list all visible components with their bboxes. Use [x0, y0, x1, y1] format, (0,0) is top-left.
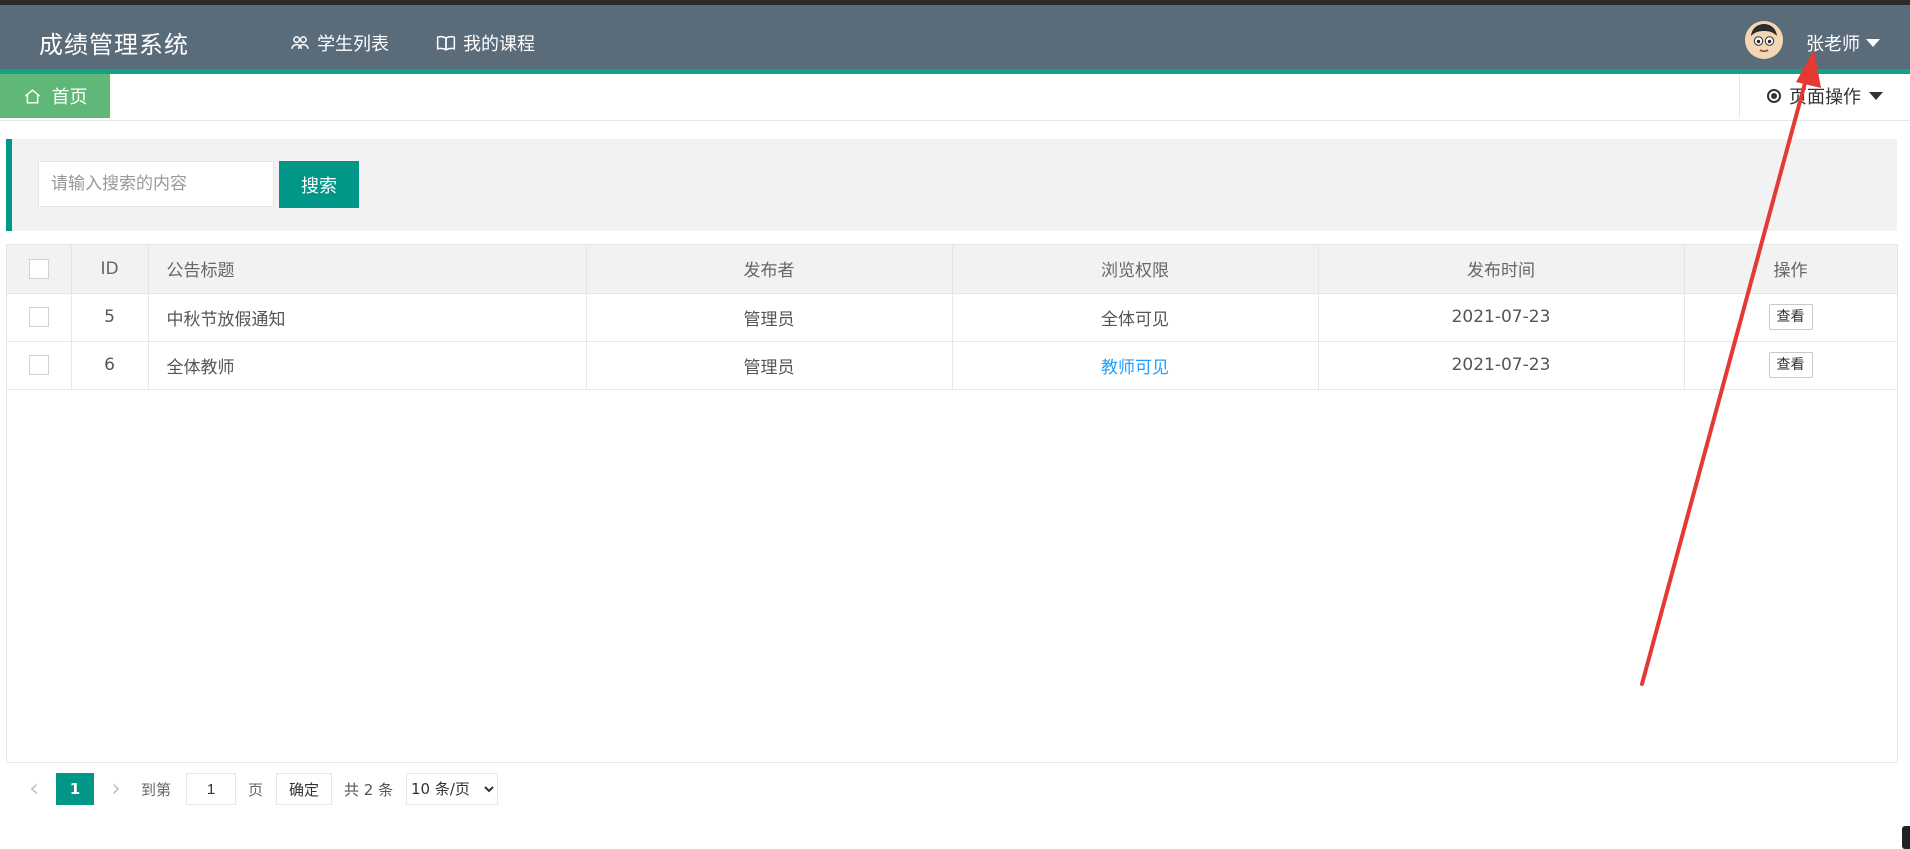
column-header-title[interactable]: 公告标题	[148, 245, 587, 294]
column-header-publisher[interactable]: 发布者	[586, 245, 953, 294]
tab-home[interactable]: 首页	[0, 74, 110, 118]
select-all-checkbox[interactable]	[28, 258, 49, 279]
cell-id: 6	[71, 341, 149, 390]
search-panel: 搜索	[6, 139, 1897, 231]
row-checkbox[interactable]	[28, 355, 49, 375]
cell-title: 中秋节放假通知	[148, 293, 587, 342]
prev-page-icon[interactable]: ‹	[24, 775, 44, 801]
search-input[interactable]	[38, 161, 274, 207]
nav-courses-label: 我的课程	[463, 34, 535, 55]
view-button[interactable]: 查看	[1768, 352, 1813, 378]
total-count: 共 2 条	[344, 781, 394, 799]
cell-id: 5	[71, 293, 149, 342]
page-label: 页	[248, 781, 264, 799]
cell-title: 全体教师	[148, 341, 587, 390]
notice-table: ID 公告标题 发布者 浏览权限 发布时间 操作 5 中秋节放假通知 管理员 全…	[7, 245, 1898, 390]
confirm-button[interactable]: 确定	[276, 773, 332, 805]
user-name: 张老师	[1806, 34, 1860, 55]
caret-down-icon	[1866, 39, 1880, 47]
goto-label: 到第	[141, 781, 172, 799]
app-title: 成绩管理系统	[39, 31, 189, 59]
nav-courses[interactable]: 我的课程	[436, 30, 535, 56]
avatar[interactable]	[1745, 21, 1783, 59]
avatar-image	[1745, 21, 1783, 59]
cell-time: 2021-07-23	[1318, 341, 1685, 390]
cell-permission: 全体可见	[952, 293, 1319, 342]
radio-dot-icon	[1767, 89, 1781, 103]
tab-home-label: 首页	[51, 87, 88, 108]
cell-action: 查看	[1684, 341, 1898, 390]
users-icon	[291, 36, 309, 49]
nav-students[interactable]: 学生列表	[290, 30, 389, 56]
select-all-cell	[7, 245, 72, 294]
table-header-row: ID 公告标题 发布者 浏览权限 发布时间 操作	[7, 245, 1898, 294]
nav-students-label: 学生列表	[317, 34, 389, 55]
notice-table-container: ID 公告标题 发布者 浏览权限 发布时间 操作 5 中秋节放假通知 管理员 全…	[6, 244, 1898, 814]
scrollbar-thumb[interactable]	[1902, 826, 1910, 849]
row-select-cell	[7, 293, 72, 342]
search-button[interactable]: 搜索	[279, 161, 359, 208]
row-checkbox[interactable]	[28, 307, 49, 327]
cell-time: 2021-07-23	[1318, 293, 1685, 342]
cell-permission[interactable]: 教师可见	[952, 341, 1319, 390]
column-header-time[interactable]: 发布时间	[1318, 245, 1685, 294]
column-header-action: 操作	[1684, 245, 1898, 294]
book-icon	[436, 35, 456, 51]
view-button[interactable]: 查看	[1768, 304, 1813, 330]
pagination-bar: ‹ 1 › 到第 页 确定 共 2 条 10 条/页	[6, 762, 1898, 814]
table-row[interactable]: 6 全体教师 管理员 教师可见 2021-07-23 查看	[7, 341, 1898, 390]
column-header-permission[interactable]: 浏览权限	[952, 245, 1319, 294]
home-icon	[24, 88, 40, 104]
row-select-cell	[7, 341, 72, 390]
user-menu[interactable]: 张老师	[1806, 30, 1880, 56]
cell-publisher: 管理员	[586, 293, 953, 342]
column-header-id[interactable]: ID	[71, 245, 149, 294]
next-page-icon[interactable]: ›	[106, 775, 126, 801]
cell-action: 查看	[1684, 293, 1898, 342]
cell-publisher: 管理员	[586, 341, 953, 390]
goto-page-input[interactable]	[186, 773, 236, 805]
page-operations-dropdown[interactable]: 页面操作	[1739, 74, 1910, 118]
tab-bar: 首页 页面操作	[0, 74, 1910, 121]
page-operations-label: 页面操作	[1789, 87, 1861, 108]
table-row[interactable]: 5 中秋节放假通知 管理员 全体可见 2021-07-23 查看	[7, 293, 1898, 342]
caret-down-icon	[1869, 92, 1883, 100]
page-number-current[interactable]: 1	[56, 773, 94, 805]
page-size-select[interactable]: 10 条/页	[406, 773, 498, 805]
top-header: 成绩管理系统 学生列表 我的课程 张老师	[0, 5, 1910, 69]
